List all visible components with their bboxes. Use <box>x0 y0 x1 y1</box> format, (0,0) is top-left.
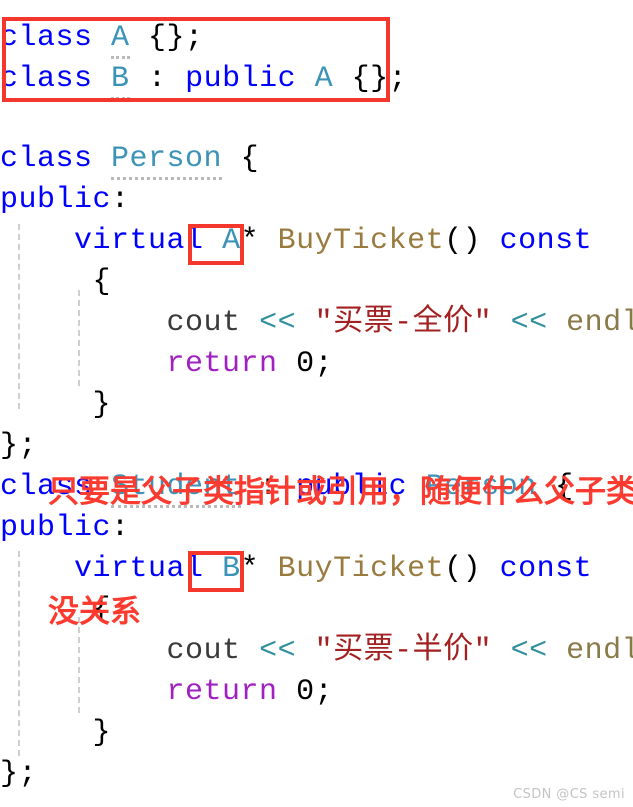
line-class-person: class Person { <box>0 139 633 180</box>
line-class-person-token-0: class <box>0 142 93 176</box>
csdn-watermark: CSDN @CS semi <box>513 787 625 802</box>
annotation-line-1: 只要是父子类指针或引用，随便什么父子类都 <box>48 474 633 510</box>
line-person-virtual: virtual A* BuyTicket() const <box>0 221 633 262</box>
line-person-cout-token-7: << <box>510 306 548 340</box>
line-class-person-token-1 <box>93 142 112 176</box>
line-person-virtual-token-8: const <box>499 224 593 258</box>
line-person-end-token-0: }; <box>0 429 38 463</box>
line-person-cout-token-5: "买票-全价" <box>314 306 493 340</box>
highlight-box-class-declarations <box>2 17 390 102</box>
code-snippet-surface: class A {}; class B : public A {}; class P… <box>0 0 633 807</box>
line-student-close-brace: } <box>0 713 633 754</box>
line-person-open-brace-token-0: { <box>0 265 112 299</box>
line-person-public: public: <box>0 180 633 221</box>
line-person-public-token-1: : <box>111 183 130 217</box>
line-person-virtual-token-5 <box>259 224 278 258</box>
line-person-cout-token-1: cout <box>166 306 241 340</box>
line-student-close-brace-token-0: } <box>0 716 112 750</box>
highlight-box-a-pointer <box>188 224 244 265</box>
line-person-return-token-2: 0; <box>277 347 334 381</box>
line-person-cout-token-3: << <box>259 306 297 340</box>
line-student-end-token-0: }; <box>0 757 38 791</box>
line-person-return-token-1: return <box>166 347 278 381</box>
line-person-cout-token-0 <box>0 306 167 340</box>
red-annotation: 只要是父子类指针或引用，随便什么父子类都 没关系 <box>48 392 633 712</box>
line-person-open-brace: { <box>0 262 633 303</box>
line-person-virtual-token-7: () <box>444 224 500 258</box>
line-person-cout-token-9: endl <box>566 306 633 340</box>
line-person-cout-token-6 <box>492 306 511 340</box>
line-class-person-token-3: { <box>222 142 260 176</box>
line-person-return: return 0; <box>0 344 633 385</box>
line-class-person-token-2: Person <box>111 142 223 180</box>
line-person-virtual-token-0 <box>0 224 74 258</box>
line-person-return-token-0 <box>0 347 167 381</box>
line-person-cout-token-8 <box>548 306 567 340</box>
line-person-virtual-token-1: virtual <box>74 224 204 258</box>
line-person-virtual-token-6: BuyTicket <box>277 224 445 258</box>
line-person-cout-token-2 <box>241 306 260 340</box>
line-person-cout-token-4 <box>296 306 315 340</box>
line-person-cout: cout << "买票-全价" << endl; <box>0 303 633 344</box>
annotation-line-2: 没关系 <box>48 594 141 630</box>
line-person-public-token-0: public <box>0 183 112 217</box>
